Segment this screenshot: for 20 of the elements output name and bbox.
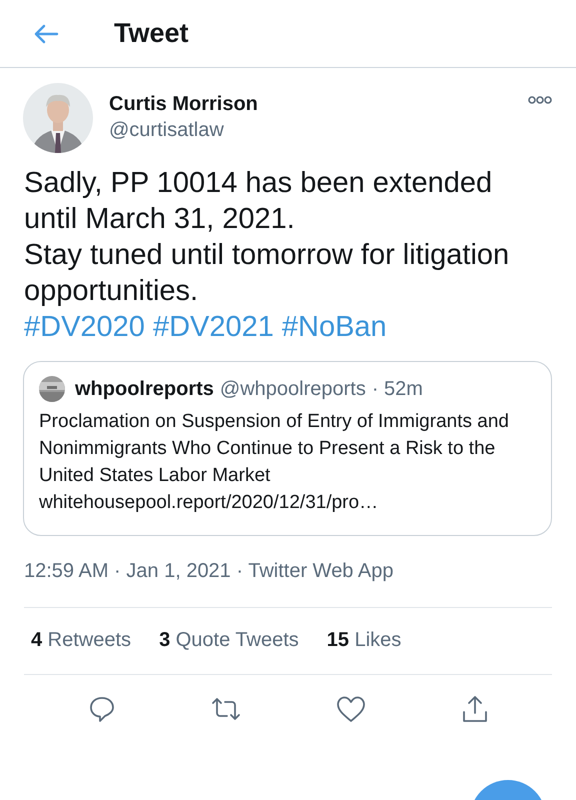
heart-icon[interactable] (336, 695, 366, 723)
more-icon[interactable] (528, 95, 552, 105)
author-name: Curtis Morrison (109, 92, 258, 117)
stat-link[interactable]: 15 Likes (326, 629, 402, 652)
author-handle: @curtisatlaw (109, 118, 225, 143)
tweet-timestamp: 12:59 AM · Jan 1, 2021 · Twitter Web App (24, 560, 552, 608)
tweet-text: Sadly, PP 10014 has been extended until March 31, 2021. (24, 166, 494, 237)
page-title: Tweet (114, 18, 189, 49)
quoted-author-handle: @whpoolreports (220, 378, 366, 400)
share-icon[interactable] (460, 695, 488, 723)
stat-link[interactable]: 3 Quote Tweets (159, 629, 299, 652)
stat-link[interactable]: 4 Retweets (31, 629, 132, 652)
quoted-tweet-link[interactable]: whitehousepool.report/2020/12/31/pro… (39, 489, 537, 516)
quoted-tweet-card[interactable] (23, 361, 552, 536)
reply-icon[interactable] (88, 695, 116, 723)
back-arrow-icon[interactable] (33, 22, 59, 44)
retweet-icon[interactable] (210, 695, 240, 723)
quoted-tweet-time: · 52m (372, 378, 423, 400)
quoted-author-name: whpoolreports (75, 378, 214, 400)
tweet-text: Stay tuned until tomorrow for litigation opportunities. (24, 238, 510, 309)
